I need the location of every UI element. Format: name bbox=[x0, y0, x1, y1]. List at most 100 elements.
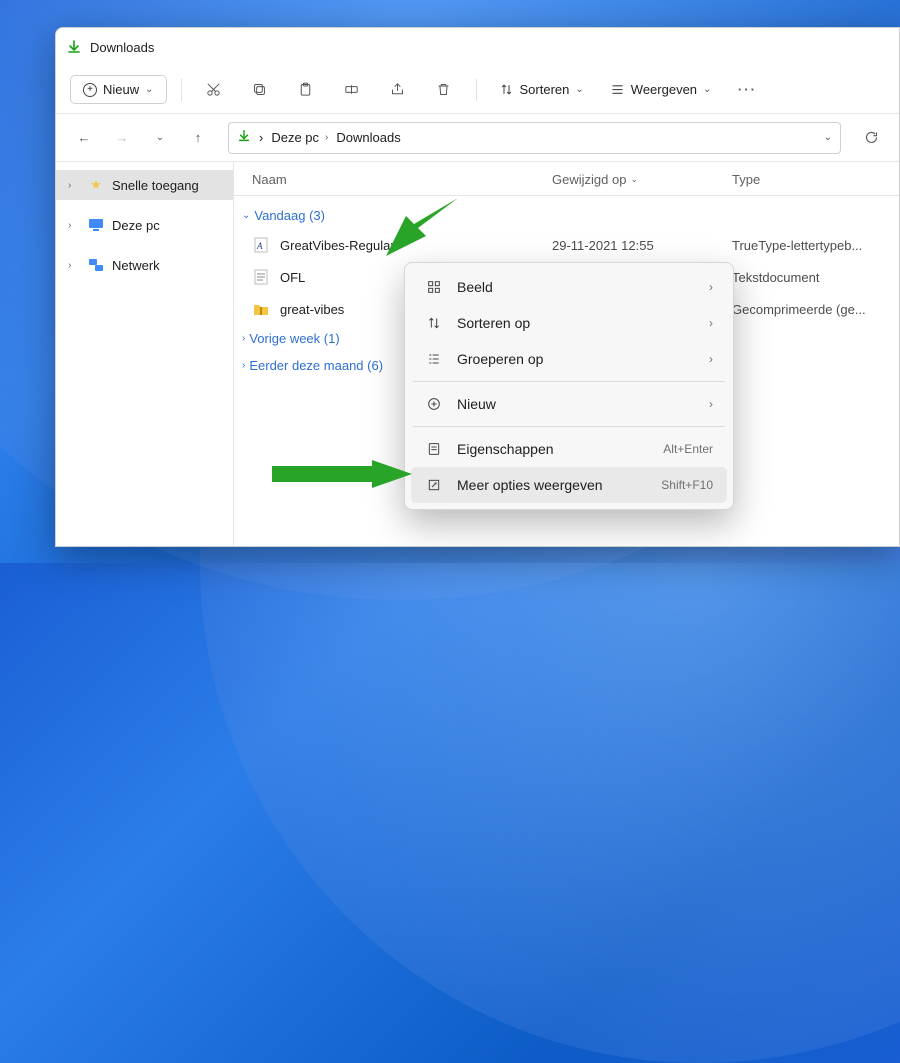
chevron-right-icon: › bbox=[68, 180, 80, 191]
properties-icon bbox=[425, 440, 443, 458]
share-button[interactable] bbox=[380, 73, 416, 107]
monitor-icon bbox=[88, 217, 104, 233]
chevron-right-icon: › bbox=[242, 333, 245, 344]
forward-button[interactable]: → bbox=[106, 122, 138, 154]
delete-button[interactable] bbox=[426, 73, 462, 107]
file-type: Gecomprimeerde (ge... bbox=[732, 302, 891, 317]
column-headers: Naam Gewijzigd op ⌄ Type bbox=[234, 162, 899, 196]
file-type: Tekstdocument bbox=[732, 270, 891, 285]
star-icon: ★ bbox=[88, 177, 104, 193]
separator bbox=[476, 79, 477, 101]
more-button[interactable]: ··· bbox=[729, 73, 765, 107]
chevron-down-icon: ⌄ bbox=[242, 210, 250, 221]
titlebar: Downloads bbox=[56, 28, 899, 66]
file-name: great-vibes bbox=[280, 302, 344, 317]
ctx-label: Eigenschappen bbox=[457, 441, 649, 457]
column-type[interactable]: Type bbox=[732, 172, 891, 187]
chevron-right-icon: › bbox=[325, 132, 328, 143]
view-button-label: Weergeven bbox=[631, 82, 697, 97]
downloads-icon bbox=[237, 129, 251, 146]
sidebar-item-quick-access[interactable]: › ★ Snelle toegang bbox=[56, 170, 233, 200]
new-button[interactable]: + Nieuw ⌄ bbox=[70, 75, 167, 104]
ctx-properties[interactable]: Eigenschappen Alt+Enter bbox=[411, 431, 727, 467]
chevron-right-icon: › bbox=[709, 397, 713, 411]
chevron-right-icon: › bbox=[68, 260, 80, 271]
chevron-down-icon: ⌄ bbox=[575, 84, 583, 95]
command-toolbar: + Nieuw ⌄ Sorteren ⌄ Weergeven ⌄ ··· bbox=[56, 66, 899, 114]
column-modified-label: Gewijzigd op bbox=[552, 172, 626, 187]
navigation-sidebar: › ★ Snelle toegang › Deze pc › Netwerk bbox=[56, 162, 234, 546]
cut-button[interactable] bbox=[196, 73, 232, 107]
sidebar-item-label: Snelle toegang bbox=[112, 178, 199, 193]
group-icon bbox=[425, 350, 443, 368]
ctx-sort-by[interactable]: Sorteren op › bbox=[411, 305, 727, 341]
breadcrumb-segment[interactable]: Downloads bbox=[336, 130, 400, 145]
sidebar-item-label: Deze pc bbox=[112, 218, 160, 233]
network-icon bbox=[88, 257, 104, 273]
group-header-label: Vandaag (3) bbox=[254, 208, 325, 223]
file-date: 29-11-2021 12:55 bbox=[552, 238, 732, 253]
ctx-view[interactable]: Beeld › bbox=[411, 269, 727, 305]
column-name[interactable]: Naam bbox=[252, 172, 552, 187]
ctx-label: Beeld bbox=[457, 279, 695, 295]
grid-icon bbox=[425, 278, 443, 296]
sort-button-label: Sorteren bbox=[520, 82, 570, 97]
recent-locations-button[interactable]: ⌄ bbox=[144, 122, 176, 154]
group-header-label: Vorige week (1) bbox=[249, 331, 339, 346]
chevron-down-icon: ⌄ bbox=[145, 84, 153, 95]
chevron-right-icon: › bbox=[259, 130, 263, 145]
plus-circle-icon bbox=[425, 395, 443, 413]
chevron-down-icon: ⌄ bbox=[703, 84, 711, 95]
back-button[interactable]: ← bbox=[68, 122, 100, 154]
group-header-today[interactable]: ⌄ Vandaag (3) bbox=[234, 202, 891, 229]
chevron-right-icon: › bbox=[709, 316, 713, 330]
annotation-arrow bbox=[386, 198, 458, 256]
downloads-icon bbox=[66, 39, 82, 55]
ctx-group-by[interactable]: Groeperen op › bbox=[411, 341, 727, 377]
chevron-right-icon: › bbox=[68, 220, 80, 231]
view-button[interactable]: Weergeven ⌄ bbox=[602, 76, 720, 103]
separator bbox=[413, 426, 725, 427]
breadcrumb-label: Deze pc bbox=[271, 130, 319, 145]
rename-button[interactable] bbox=[334, 73, 370, 107]
font-file-icon: A bbox=[252, 236, 270, 254]
refresh-button[interactable] bbox=[855, 122, 887, 154]
sort-button[interactable]: Sorteren ⌄ bbox=[491, 76, 592, 103]
separator bbox=[181, 79, 182, 101]
plus-circle-icon: + bbox=[83, 83, 97, 97]
file-type: TrueType-lettertypeb... bbox=[732, 238, 891, 253]
sort-desc-icon: ⌄ bbox=[630, 174, 638, 185]
text-file-icon bbox=[252, 268, 270, 286]
chevron-right-icon: › bbox=[709, 280, 713, 294]
expand-icon bbox=[425, 476, 443, 494]
file-row[interactable]: A GreatVibes-Regular 29-11-2021 12:55 Tr… bbox=[234, 229, 891, 261]
file-name: OFL bbox=[280, 270, 305, 285]
chevron-right-icon: › bbox=[709, 352, 713, 366]
breadcrumb-segment[interactable]: Deze pc › bbox=[271, 130, 328, 145]
sidebar-item-label: Netwerk bbox=[112, 258, 160, 273]
file-name: GreatVibes-Regular bbox=[280, 238, 395, 253]
column-modified[interactable]: Gewijzigd op ⌄ bbox=[552, 172, 732, 187]
sidebar-item-this-pc[interactable]: › Deze pc bbox=[56, 210, 233, 240]
ctx-shortcut: Shift+F10 bbox=[661, 478, 713, 492]
sidebar-item-network[interactable]: › Netwerk bbox=[56, 250, 233, 280]
ctx-label: Groeperen op bbox=[457, 351, 695, 367]
address-bar[interactable]: › Deze pc › Downloads ⌄ bbox=[228, 122, 841, 154]
separator bbox=[413, 381, 725, 382]
chevron-down-icon[interactable]: ⌄ bbox=[824, 132, 832, 143]
copy-button[interactable] bbox=[242, 73, 278, 107]
up-button[interactable]: ↑ bbox=[182, 122, 214, 154]
ctx-shortcut: Alt+Enter bbox=[663, 442, 713, 456]
navigation-bar: ← → ⌄ ↑ › Deze pc › Downloads ⌄ bbox=[56, 114, 899, 162]
group-header-label: Eerder deze maand (6) bbox=[249, 358, 383, 373]
ctx-new[interactable]: Nieuw › bbox=[411, 386, 727, 422]
sort-icon bbox=[425, 314, 443, 332]
chevron-right-icon: › bbox=[242, 360, 245, 371]
ctx-show-more-options[interactable]: Meer opties weergeven Shift+F10 bbox=[411, 467, 727, 503]
paste-button[interactable] bbox=[288, 73, 324, 107]
annotation-arrow bbox=[272, 460, 412, 488]
zip-folder-icon bbox=[252, 300, 270, 318]
ctx-label: Meer opties weergeven bbox=[457, 477, 647, 493]
window-title: Downloads bbox=[90, 40, 154, 55]
breadcrumb-label: Downloads bbox=[336, 130, 400, 145]
